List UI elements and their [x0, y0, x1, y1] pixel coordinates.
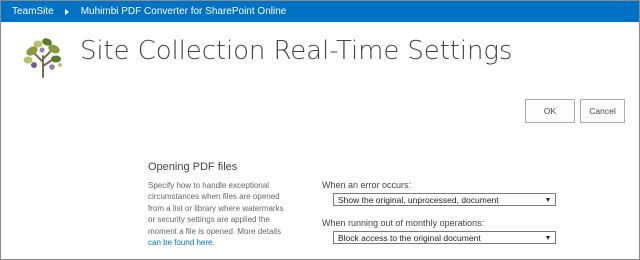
- tree-icon: [23, 38, 62, 78]
- breadcrumb-app-link[interactable]: Muhimbi PDF Converter for SharePoint Onl…: [69, 1, 287, 22]
- breadcrumb-site-link[interactable]: TeamSite: [1, 1, 54, 22]
- operations-behavior-label: When running out of monthly operations:: [322, 218, 485, 228]
- error-behavior-value: Show the original, unprocessed, document: [338, 194, 499, 205]
- page-title: Site Collection Real-Time Settings: [80, 36, 513, 66]
- dropdown-arrow-icon: [546, 236, 550, 240]
- cancel-button[interactable]: Cancel: [580, 99, 625, 123]
- error-behavior-label: When an error occurs:: [322, 180, 412, 190]
- details-link[interactable]: can be found here: [148, 238, 213, 247]
- ok-button[interactable]: OK: [525, 99, 575, 123]
- dropdown-arrow-icon: [546, 198, 550, 202]
- error-behavior-select[interactable]: Show the original, unprocessed, document: [333, 193, 556, 206]
- section-title: Opening PDF files: [148, 161, 238, 173]
- operations-behavior-value: Block access to the original document: [338, 232, 481, 243]
- suite-bar: TeamSite Muhimbi PDF Converter for Share…: [1, 1, 639, 22]
- section-description-text: Specify how to handle exceptional circum…: [148, 181, 284, 236]
- site-logo[interactable]: [18, 34, 68, 78]
- section-description-suffix: .: [212, 238, 215, 248]
- section-description: Specify how to handle exceptional circum…: [148, 180, 288, 248]
- operations-behavior-select[interactable]: Block access to the original document: [333, 231, 556, 244]
